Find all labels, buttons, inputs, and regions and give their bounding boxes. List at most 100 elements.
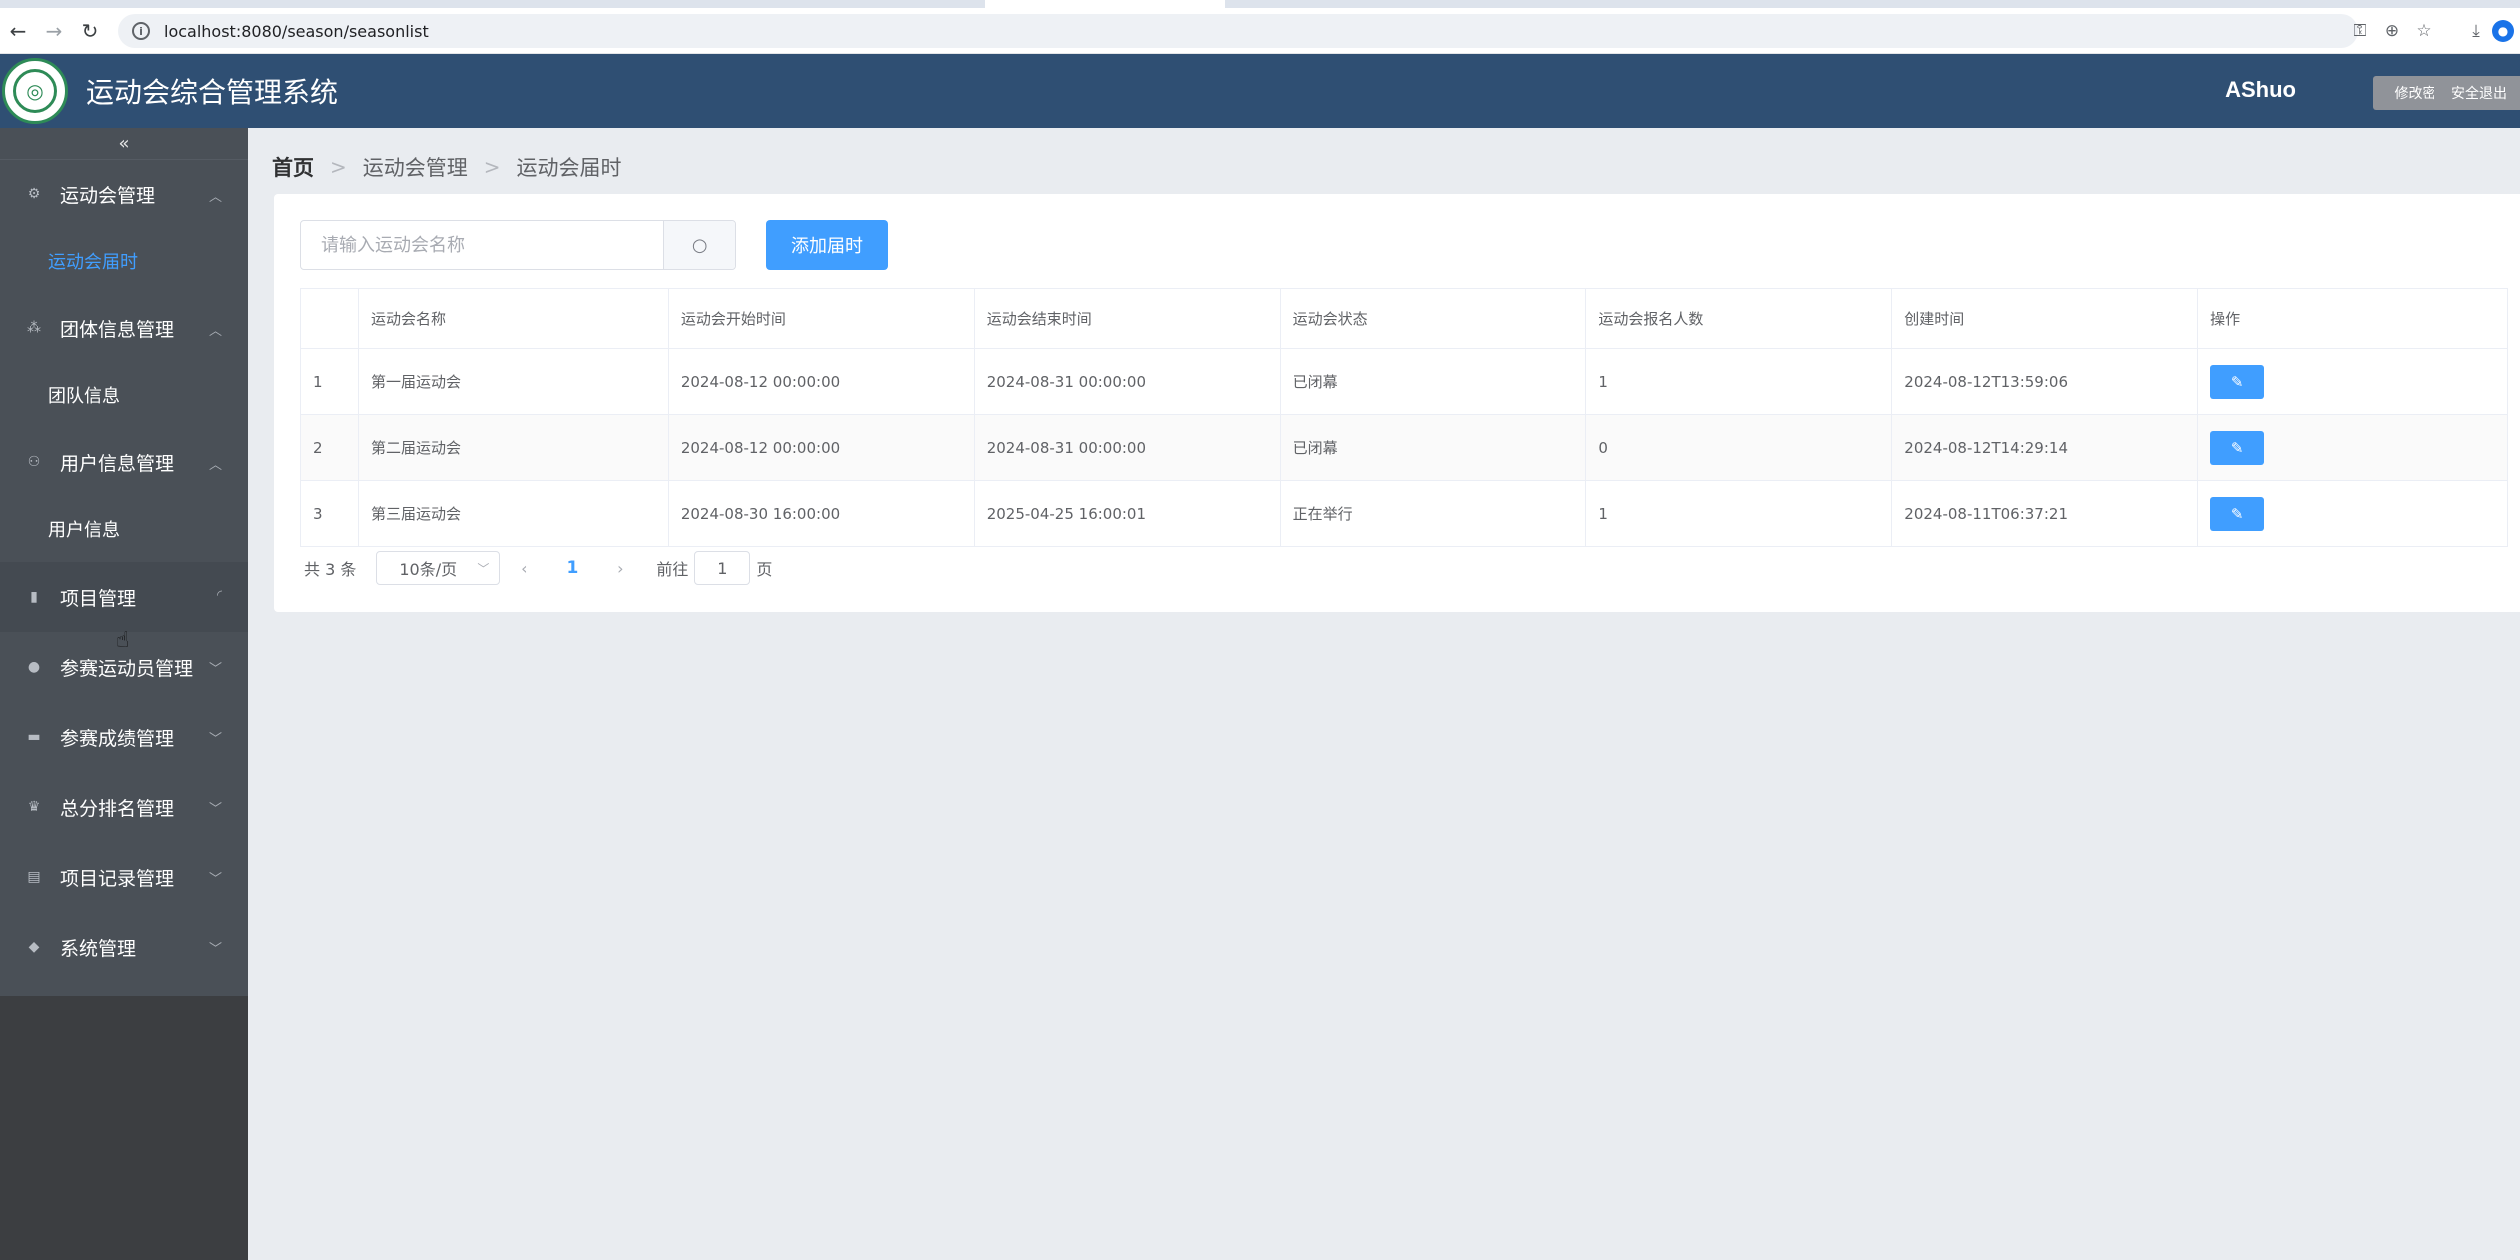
sidebar-item-user[interactable]: 用户信息 <box>0 496 248 562</box>
profile-avatar-icon[interactable]: ● <box>2492 20 2514 42</box>
sidebar-group-ranking[interactable]: ♛ 总分排名管理 ﹀ <box>0 772 248 842</box>
reload-icon[interactable]: ↻ <box>72 13 108 49</box>
sidebar-group-label: 参赛成绩管理 <box>60 727 175 750</box>
edit-button[interactable]: ✎ <box>2210 496 2265 531</box>
page-size-select[interactable]: 10条/页 ﹀ <box>376 551 501 585</box>
download-icon[interactable]: ⤓ <box>2460 15 2492 47</box>
chevron-down-icon: ﹀ <box>208 872 222 887</box>
column-header-created: 创建时间 <box>1892 289 2199 348</box>
breadcrumb-separator-icon: > <box>483 155 501 179</box>
sidebar-group-project[interactable]: ▮ 项目管理 ◜ <box>0 562 248 632</box>
add-season-button[interactable]: 添加届时 <box>766 220 888 270</box>
logo-emblem-icon: ◎ <box>13 69 57 113</box>
chevron-up-icon: ︿ <box>208 324 222 339</box>
chevron-down-icon: ﹀ <box>208 942 222 957</box>
university-logo: ◎ <box>2 58 68 124</box>
cell-start: 2024-08-12 00:00:00 <box>669 415 975 480</box>
sidebar-group-system[interactable]: ◆ 系统管理 ﹀ <box>0 912 248 982</box>
breadcrumb-home[interactable]: 首页 <box>272 152 314 182</box>
record-icon: ▤ <box>27 869 41 885</box>
address-url[interactable]: localhost:8080/season/seasonlist <box>164 22 429 41</box>
search-input[interactable] <box>301 221 664 269</box>
cell-count: 1 <box>1586 349 1893 414</box>
site-info-icon[interactable]: i <box>132 22 150 40</box>
column-header-count: 运动会报名人数 <box>1586 289 1893 348</box>
gear-cluster-icon: ⚙ <box>27 186 41 202</box>
table-row: 3 第三届运动会 2024-08-30 16:00:00 2025-04-25 … <box>301 481 2508 547</box>
table-row: 1 第一届运动会 2024-08-12 00:00:00 2024-08-31 … <box>301 349 2508 415</box>
sidebar-item-season[interactable]: 运动会届时 <box>0 228 248 294</box>
chevron-down-icon: ﹀ <box>208 662 222 677</box>
user-icon: ● <box>27 659 41 675</box>
chevron-up-icon: ︿ <box>208 458 222 473</box>
cell-actions: ✎ <box>2198 415 2508 480</box>
sidebar-group-team-info[interactable]: ⁂ 团体信息管理 ︿ <box>0 294 248 362</box>
chevron-down-icon: ﹀ <box>477 562 490 576</box>
search-button[interactable]: ○ <box>663 221 735 269</box>
cell-status: 正在举行 <box>1281 481 1587 546</box>
column-header-name: 运动会名称 <box>359 289 669 348</box>
search-icon: ○ <box>691 234 708 256</box>
users-icon: ⚇ <box>27 454 41 470</box>
chevron-up-icon: ︿ <box>208 190 222 205</box>
password-key-icon[interactable]: ⚿ <box>2344 15 2376 47</box>
sidebar: « ⚙ 运动会管理 ︿ 运动会届时 ⁂ 团体信息管理 ︿ 团队信息 ⚇ 用户信息… <box>0 128 248 1260</box>
page-number-current[interactable]: 1 <box>548 558 596 578</box>
bookmark-star-icon[interactable]: ☆ <box>2408 15 2440 47</box>
column-header-end: 运动会结束时间 <box>975 289 1281 348</box>
active-tab[interactable] <box>985 0 1225 8</box>
breadcrumb: 首页 > 运动会管理 > 运动会届时 <box>272 152 622 182</box>
goto-page-input[interactable]: 1 <box>694 551 751 585</box>
zoom-icon[interactable]: ⊕ <box>2376 15 2408 47</box>
cell-status: 已闭幕 <box>1281 415 1587 480</box>
edit-button[interactable]: ✎ <box>2210 430 2265 465</box>
document-icon: ▮ <box>30 589 38 605</box>
browser-actions: ⚿ ⊕ ☆ ⤓ ● <box>2344 8 2520 54</box>
edit-icon: ✎ <box>2230 372 2244 391</box>
sidebar-group-label: 总分排名管理 <box>60 797 175 820</box>
sidebar-group-user-info[interactable]: ⚇ 用户信息管理 ︿ <box>0 428 248 496</box>
edit-button[interactable]: ✎ <box>2210 364 2265 399</box>
column-header-start: 运动会开始时间 <box>669 289 975 348</box>
goto-label: 前往 <box>656 560 689 579</box>
mouse-pointer-icon: ☝ <box>116 628 130 653</box>
sidebar-group-sports-meet[interactable]: ⚙ 运动会管理 ︿ <box>0 160 248 228</box>
column-header-index <box>301 289 359 348</box>
edit-icon: ✎ <box>2230 504 2244 523</box>
cell-end: 2025-04-25 16:00:01 <box>975 481 1281 546</box>
sidebar-menu: « ⚙ 运动会管理 ︿ 运动会届时 ⁂ 团体信息管理 ︿ 团队信息 ⚇ 用户信息… <box>0 128 248 996</box>
breadcrumb-sports-meet: 运动会管理 <box>362 156 468 180</box>
prev-page-icon[interactable]: ‹ <box>500 559 548 578</box>
cell-actions: ✎ <box>2198 481 2508 546</box>
pagination: 共 3 条 10条/页 ﹀ ‹ 1 › 前往 1 页 <box>304 550 772 586</box>
logout-button[interactable]: 安全退出 <box>2434 76 2520 110</box>
sidebar-item-team[interactable]: 团队信息 <box>0 362 248 428</box>
sidebar-group-score[interactable]: ▬ 参赛成绩管理 ﹀ <box>0 702 248 772</box>
table-row: 2 第二届运动会 2024-08-12 00:00:00 2024-08-31 … <box>301 415 2508 481</box>
cell-index: 1 <box>301 349 359 414</box>
cell-created: 2024-08-11T06:37:21 <box>1892 481 2199 546</box>
cell-start: 2024-08-12 00:00:00 <box>669 349 975 414</box>
box-icon: ◆ <box>28 939 40 955</box>
content-card: ○ 添加届时 运动会名称 运动会开始时间 运动会结束时间 运动会状态 运动会报名… <box>274 194 2520 612</box>
sidebar-group-label: 参赛运动员管理 <box>60 657 194 680</box>
sidebar-group-label: 项目管理 <box>60 587 137 610</box>
cell-actions: ✎ <box>2198 349 2508 414</box>
cell-start: 2024-08-30 16:00:00 <box>669 481 975 546</box>
next-page-icon[interactable]: › <box>596 559 644 578</box>
cell-status: 已闭幕 <box>1281 349 1587 414</box>
column-header-actions: 操作 <box>2198 289 2508 348</box>
breadcrumb-season: 运动会届时 <box>516 156 622 180</box>
address-bar[interactable]: i localhost:8080/season/seasonlist <box>118 14 2358 48</box>
loading-spinner-icon: ◜ <box>216 588 222 603</box>
group-icon: ⁂ <box>27 320 41 336</box>
cell-name: 第三届运动会 <box>359 481 669 546</box>
collapse-sidebar-icon[interactable]: « <box>0 128 248 160</box>
sidebar-group-record[interactable]: ▤ 项目记录管理 ﹀ <box>0 842 248 912</box>
pagination-total: 共 3 条 <box>304 560 357 579</box>
cell-index: 3 <box>301 481 359 546</box>
forward-icon[interactable]: → <box>36 13 72 49</box>
back-icon[interactable]: ← <box>0 13 36 49</box>
cell-name: 第一届运动会 <box>359 349 669 414</box>
cell-end: 2024-08-31 00:00:00 <box>975 415 1281 480</box>
